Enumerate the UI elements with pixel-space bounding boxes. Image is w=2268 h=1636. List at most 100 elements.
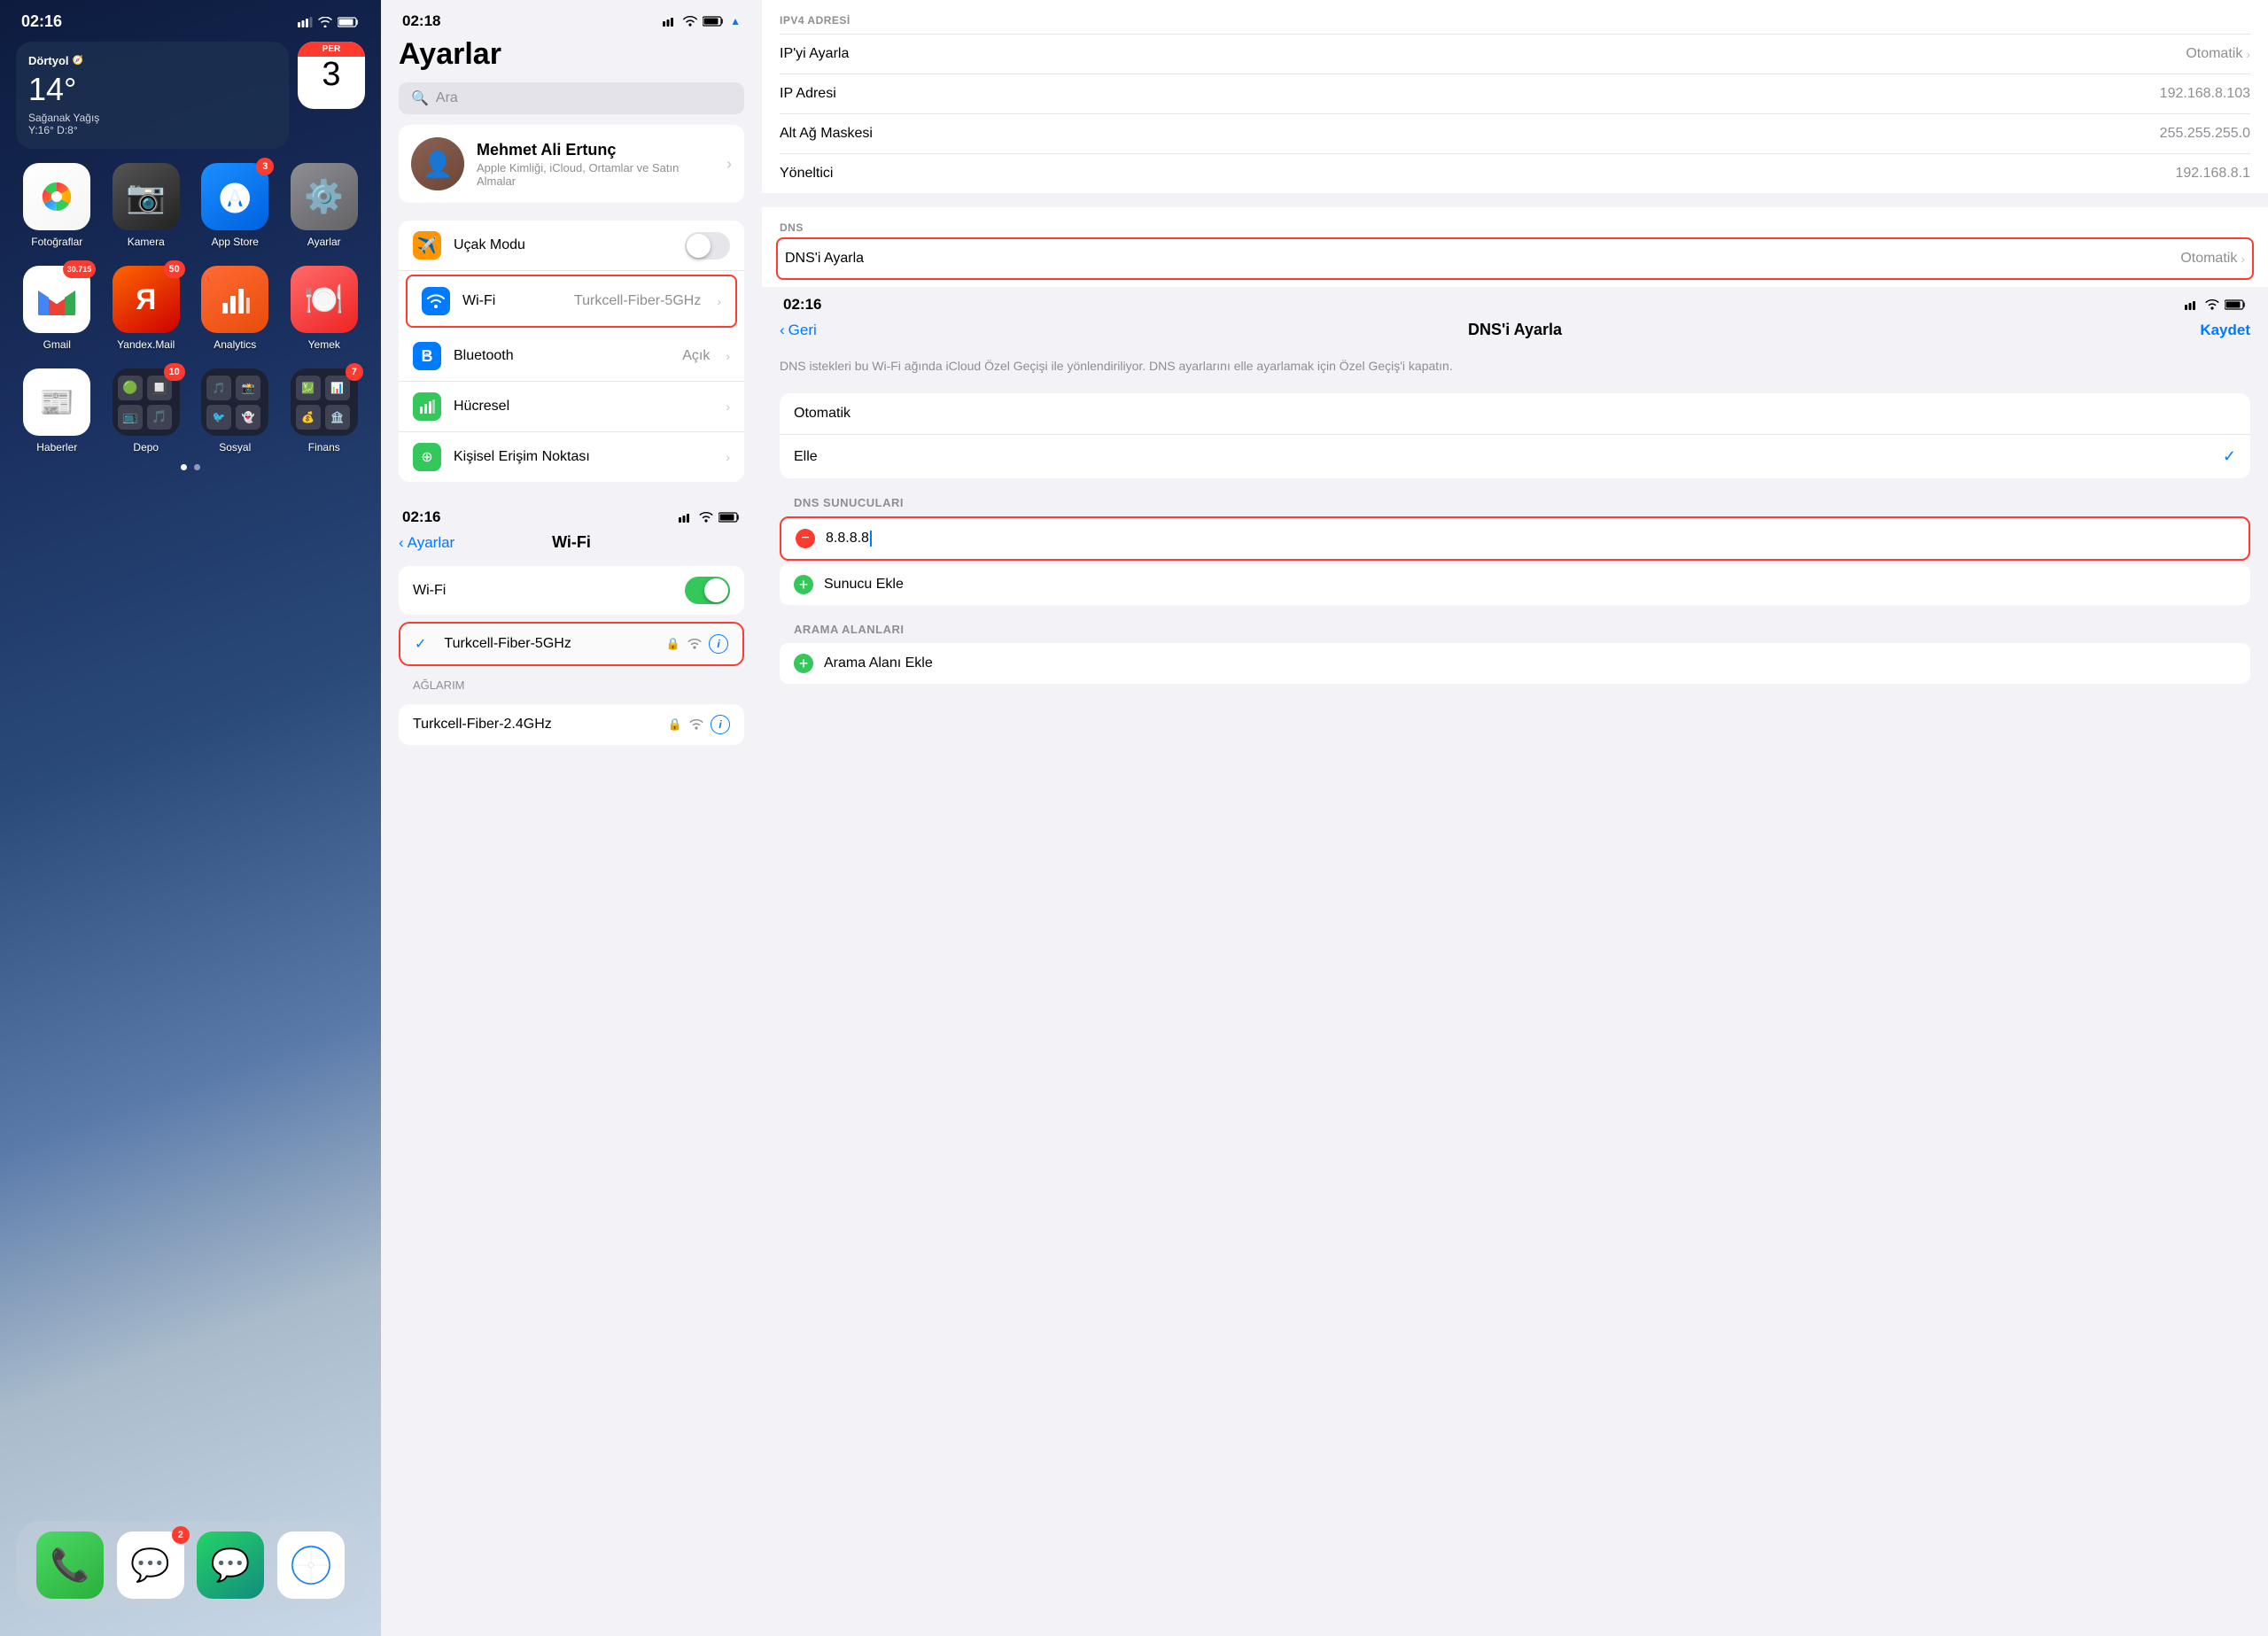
app-label-sosyal: Sosyal — [219, 441, 251, 454]
dns-option-elle[interactable]: Elle ✓ — [780, 435, 2250, 478]
dock-icon-safari — [277, 1531, 345, 1599]
value-wifi: Turkcell-Fiber-5GHz — [574, 293, 701, 309]
app-icon-appstore: 🅐 3 — [201, 163, 268, 230]
ipv4-value-address: 192.168.8.103 — [2160, 86, 2250, 102]
app-label-appstore: App Store — [212, 236, 259, 248]
dns-back-button[interactable]: ‹ Geri — [780, 322, 817, 339]
wifi-24-name: Turkcell-Fiber-2.4GHz — [413, 717, 657, 733]
dns-save-button[interactable]: Kaydet — [2200, 322, 2250, 339]
wifi-toggle-row[interactable]: Wi-Fi — [399, 566, 744, 615]
dock-telefon[interactable]: 📞 — [36, 1531, 104, 1599]
app-analytics[interactable]: Analytics — [194, 266, 276, 351]
app-label-foto: Fotoğraflar — [31, 236, 82, 248]
app-yemek[interactable]: 🍽️ Yemek — [284, 266, 366, 351]
icon-wifi — [422, 287, 450, 315]
wifi-connected-row[interactable]: ✓ Turkcell-Fiber-5GHz 🔒 i — [400, 624, 742, 664]
ipv4-label-mask: Alt Ağ Maskesi — [780, 126, 2160, 142]
dns-sub-icons — [2185, 299, 2247, 310]
dns-option-otomatik[interactable]: Otomatik — [780, 393, 2250, 435]
wifi-status-bar: 02:16 — [381, 496, 762, 526]
analytics-svg — [215, 280, 254, 319]
dns-sub-nav: ‹ Geri DNS'i Ayarla Kaydet — [762, 314, 2268, 346]
app-depo[interactable]: 🟢 🔲 📺 🎵 10 Depo — [105, 368, 188, 454]
battery-icon — [338, 17, 360, 27]
icon-bluetooth: B * — [413, 342, 441, 370]
info-icon-24[interactable]: i — [711, 715, 730, 734]
app-icon-finans: 💹 📊 💰 🏦 7 — [291, 368, 358, 436]
dns-section-block: DNS DNS'i Ayarla Otomatik › — [762, 207, 2268, 287]
wifi-network-icons: 🔒 i — [666, 634, 728, 654]
app-icon-ayarlar: ⚙️ — [291, 163, 358, 230]
app-label-yemek: Yemek — [308, 338, 340, 351]
dock-safari[interactable] — [277, 1531, 345, 1599]
app-gmail[interactable]: 30.715 Gmail — [16, 266, 98, 351]
settings-search[interactable]: 🔍 Ara — [399, 82, 744, 114]
cellular-icon — [418, 398, 436, 415]
dock-whatsapp[interactable]: 💬 — [197, 1531, 264, 1599]
dns-add-search-row[interactable]: + Arama Alanı Ekle — [780, 643, 2250, 684]
wifi-screen-title: Wi-Fi — [552, 533, 591, 552]
dns-ayarla-row[interactable]: DNS'i Ayarla Otomatik › — [778, 239, 2252, 278]
wifi-network-name: Turkcell-Fiber-5GHz — [444, 636, 655, 652]
wifi-toggle-section: Wi-Fi — [399, 566, 744, 615]
app-icon-foto — [23, 163, 90, 230]
dns-sub-title: DNS'i Ayarla — [1468, 321, 1562, 339]
signal-dns — [2185, 299, 2200, 310]
wifi-time: 02:16 — [402, 508, 440, 526]
toggle-thumb-ucak — [687, 234, 711, 258]
slack-badge: 2 — [172, 1526, 190, 1544]
dns-remove-button[interactable]: − — [796, 529, 815, 548]
app-icon-depo: 🟢 🔲 📺 🎵 10 — [113, 368, 180, 436]
ipv4-row-ayarla[interactable]: IP'yi Ayarla Otomatik › — [780, 34, 2250, 74]
dns-add-server-row[interactable]: + Sunucu Ekle — [780, 564, 2250, 605]
wifi-toggle-thumb — [704, 578, 728, 602]
home-status-icons — [298, 17, 360, 27]
app-haberler[interactable]: 📰 Haberler — [16, 368, 98, 454]
app-fotograflar[interactable]: Fotoğraflar — [16, 163, 98, 248]
dns-search-domains-label: ARAMA ALANLARI — [762, 619, 2268, 643]
app-icon-gmail: 30.715 — [23, 266, 90, 333]
home-app-grid: Fotoğraflar 📷 Kamera 🅐 3 — [0, 163, 381, 454]
app-label-depo: Depo — [133, 441, 159, 454]
wifi-nav: ‹ Ayarlar Wi-Fi — [381, 526, 762, 559]
calendar-widget[interactable]: PER 3 — [298, 42, 365, 109]
toggle-ucak[interactable] — [685, 232, 730, 260]
dock-slack[interactable]: 💬 2 — [117, 1531, 184, 1599]
app-sosyal[interactable]: 🎵 📸 🐦 👻 Sosyal — [194, 368, 276, 454]
settings-row-bluetooth[interactable]: B * Bluetooth Açık › — [399, 331, 744, 382]
appstore-logo — [217, 179, 252, 214]
info-icon[interactable]: i — [709, 634, 728, 654]
app-ayarlar[interactable]: ⚙️ Ayarlar — [284, 163, 366, 248]
wifi-toggle[interactable] — [685, 577, 730, 604]
dns-elle-check: ✓ — [2223, 447, 2236, 466]
settings-row-ucak[interactable]: ✈️ Uçak Modu — [399, 221, 744, 271]
dns-server-row[interactable]: − 8.8.8.8 — [780, 516, 2250, 561]
chevron-hucresel: › — [726, 399, 730, 414]
settings-profile[interactable]: 👤 Mehmet Ali Ertunç Apple Kimliği, iClou… — [399, 125, 744, 203]
app-yandexmail[interactable]: Я 50 Yandex.Mail — [105, 266, 188, 351]
lock-icon-24: 🔒 — [668, 717, 682, 732]
weather-widget[interactable]: Dörtyol 🧭 14° Sağanak Yağış Y:16° D:8° — [16, 42, 289, 149]
wifi-back-button[interactable]: ‹ Ayarlar — [399, 534, 454, 552]
settings-time: 02:18 — [402, 12, 440, 30]
profile-chevron: › — [726, 155, 732, 174]
page-dot-2 — [194, 464, 200, 470]
app-kamera[interactable]: 📷 Kamera — [105, 163, 188, 248]
ipv4-title: IPV4 ADRESİ — [780, 14, 2250, 34]
settings-row-hotspot[interactable]: ⊕ Kişisel Erişim Noktası › — [399, 432, 744, 482]
dns-add-server-button[interactable]: + — [794, 575, 813, 594]
ipv4-label-address: IP Adresi — [780, 86, 2160, 102]
ipv4-label-gateway: Yöneltici — [780, 166, 2175, 182]
app-appstore[interactable]: 🅐 3 App Store — [194, 163, 276, 248]
wifi-status-icon — [318, 17, 332, 27]
settings-row-wifi[interactable]: Wi-Fi Turkcell-Fiber-5GHz › — [406, 275, 737, 328]
gmail-badge: 30.715 — [63, 260, 97, 278]
app-finans[interactable]: 💹 📊 💰 🏦 7 Finans — [284, 368, 366, 454]
wifi-network-24[interactable]: Turkcell-Fiber-2.4GHz 🔒 i — [399, 704, 744, 745]
battery-icon-w — [718, 512, 741, 523]
weather-location: Dörtyol 🧭 — [28, 54, 276, 67]
wifi-toggle-label: Wi-Fi — [413, 583, 674, 599]
dns-add-search-button[interactable]: + — [794, 654, 813, 673]
dock-icon-slack: 💬 2 — [117, 1531, 184, 1599]
settings-row-hucresel[interactable]: Hücresel › — [399, 382, 744, 432]
